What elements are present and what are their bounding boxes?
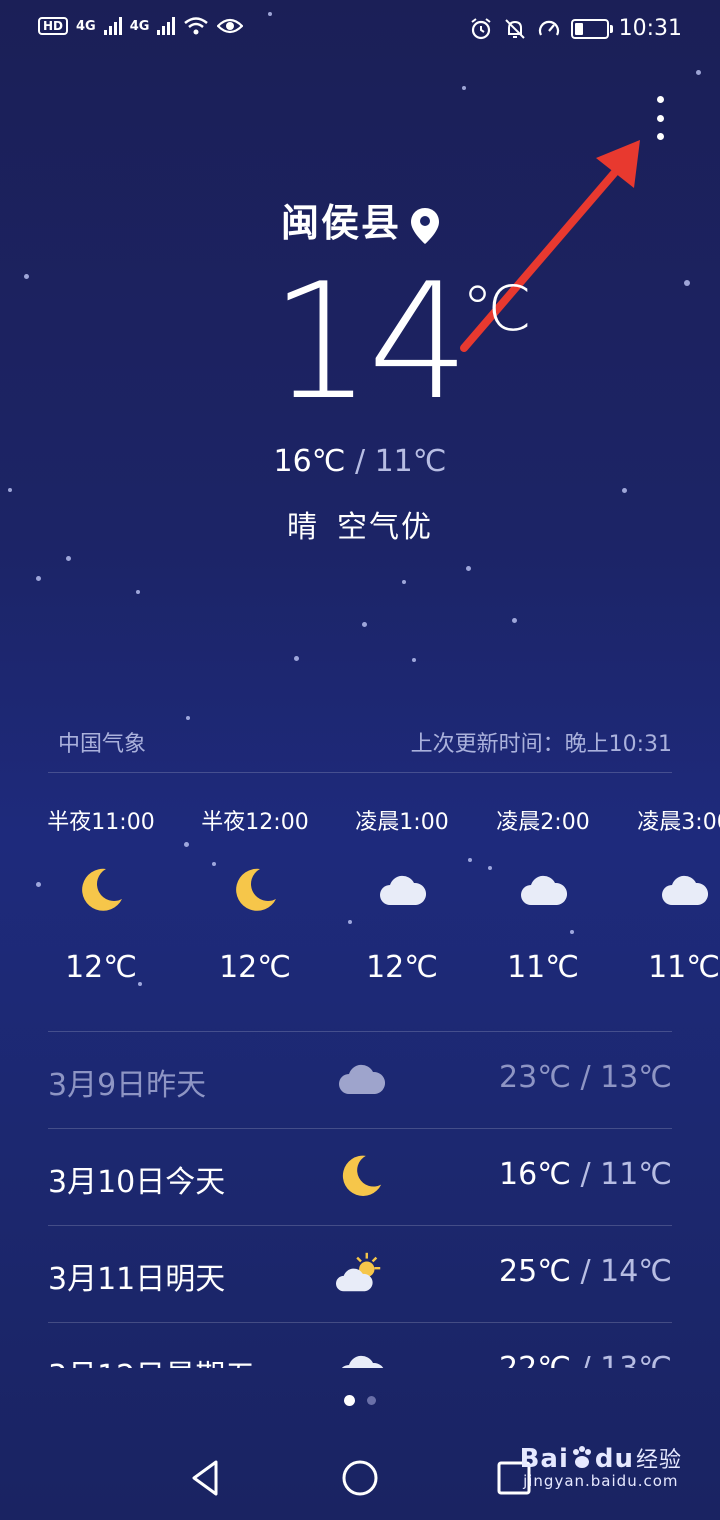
daily-separator: / xyxy=(580,1060,591,1095)
hourly-item: 半夜11:00 12℃ xyxy=(26,800,176,985)
sun-cloud-icon xyxy=(336,1252,381,1292)
daily-high: 23℃ xyxy=(499,1060,571,1095)
hourly-time: 半夜12:00 xyxy=(201,810,309,835)
status-time: 10:31 xyxy=(618,16,682,41)
hourly-item: 凌晨1:00 12℃ xyxy=(327,800,477,985)
home-icon[interactable] xyxy=(340,1458,380,1498)
hourly-time: 凌晨3:00 xyxy=(637,810,720,835)
bell-muted-icon xyxy=(504,18,525,39)
daily-temp-range: 22℃ / 13℃ xyxy=(499,1351,672,1368)
weather-condition: 晴 xyxy=(287,510,319,545)
current-temperature: 14 xyxy=(270,248,470,435)
menu-dot xyxy=(656,96,664,103)
daily-high: 16℃ xyxy=(499,1157,571,1192)
daily-separator: / xyxy=(580,1351,590,1368)
hourly-temp: 12℃ xyxy=(366,950,438,985)
alarm-icon xyxy=(470,17,491,39)
cloud-icon xyxy=(521,875,567,905)
status-bar: HD 4G 4G 10:31 xyxy=(0,0,720,62)
moon-icon xyxy=(342,1155,382,1196)
daily-low: 13℃ xyxy=(600,1351,672,1368)
signal-4g-label-2: 4G xyxy=(129,18,150,34)
status-right: 10:31 xyxy=(469,16,682,41)
watermark-du: du xyxy=(594,1444,634,1474)
hd-badge: HD xyxy=(38,17,69,35)
hourly-temp: 11℃ xyxy=(648,950,720,985)
source-row: 中国气象 上次更新时间：晚上10:31 xyxy=(48,726,672,773)
air-quality: 空气优 xyxy=(337,510,433,545)
daily-high: 22℃ xyxy=(499,1351,571,1368)
page-dot xyxy=(367,1396,376,1405)
page-indicator xyxy=(0,1395,720,1406)
hilo-separator: / xyxy=(354,444,366,479)
daily-date: 3月10日今天 xyxy=(48,1165,226,1200)
hourly-temp: 11℃ xyxy=(507,950,579,985)
city-name: 闽侯县 xyxy=(280,201,401,245)
menu-dot xyxy=(656,114,664,122)
status-left: HD 4G 4G xyxy=(38,16,244,36)
hourly-time: 凌晨1:00 xyxy=(355,810,449,835)
signal-icon-2 xyxy=(157,17,176,35)
daily-separator: / xyxy=(580,1254,591,1289)
daily-separator: / xyxy=(580,1157,591,1192)
hourly-item: 半夜12:00 12℃ xyxy=(180,800,330,985)
daily-low: 14℃ xyxy=(600,1254,672,1289)
wifi-icon xyxy=(184,17,209,35)
location-pin-icon xyxy=(411,207,439,244)
watermark-url: jingyan.baidu.com xyxy=(523,1472,679,1490)
daily-low: 13℃ xyxy=(600,1060,672,1095)
daily-high: 25℃ xyxy=(499,1254,571,1289)
daily-temp-range: 23℃ / 13℃ xyxy=(499,1060,672,1095)
daily-date: 3月9日昨天 xyxy=(48,1068,207,1103)
daily-temp-range: 25℃ / 14℃ xyxy=(499,1254,672,1289)
high-low-temperature: 16℃ / 11℃ xyxy=(0,444,720,479)
city-header[interactable]: 闽侯县 xyxy=(0,192,720,247)
cloud-icon xyxy=(339,1064,385,1094)
watermark-bai: Bai xyxy=(519,1444,569,1474)
cloud-icon xyxy=(341,1355,384,1368)
daily-row-today[interactable]: 3月10日今天 16℃ / 11℃ xyxy=(48,1129,672,1225)
high-temp: 16℃ xyxy=(273,444,346,479)
moon-icon xyxy=(82,868,122,911)
hourly-item: 凌晨2:00 11℃ xyxy=(468,800,618,985)
cloud-icon xyxy=(380,875,426,905)
eye-icon xyxy=(217,18,244,34)
hourly-temp: 12℃ xyxy=(219,950,291,985)
watermark-jingyan: 经验 xyxy=(635,1448,682,1473)
last-updated: 上次更新时间：晚上10:31 xyxy=(410,732,672,757)
daily-date: 3月12日星期五 xyxy=(48,1351,255,1368)
hourly-time: 半夜11:00 xyxy=(47,810,155,835)
daily-date: 3月11日明天 xyxy=(48,1262,226,1297)
daily-clip: 3月12日星期五 22℃ / 13℃ xyxy=(0,1323,720,1368)
daily-row-tomorrow[interactable]: 3月11日明天 25℃ / 14℃ xyxy=(48,1226,672,1322)
hourly-temp: 12℃ xyxy=(65,950,137,985)
condition-line: 晴空气优 xyxy=(0,502,720,546)
battery-icon xyxy=(570,18,613,39)
low-temp: 11℃ xyxy=(374,444,447,479)
daily-row-partial[interactable]: 3月12日星期五 22℃ / 13℃ xyxy=(48,1323,672,1368)
moon-icon xyxy=(236,868,276,911)
temperature-unit: ℃ xyxy=(462,272,532,345)
cloud-icon xyxy=(662,875,708,905)
watermark-brand: Bai du经验 xyxy=(520,1442,682,1474)
page-dot-active xyxy=(344,1395,355,1406)
daily-temp-range: 16℃ / 11℃ xyxy=(499,1157,672,1192)
signal-icon xyxy=(103,17,122,35)
hourly-time: 凌晨2:00 xyxy=(496,810,590,835)
hourly-item: 凌晨3:00 11℃ xyxy=(609,800,720,985)
back-icon[interactable] xyxy=(186,1458,226,1498)
hourly-forecast[interactable]: 半夜11:00 12℃ 半夜12:00 12℃ 凌晨1:00 12℃ 凌晨2:0… xyxy=(0,800,720,1010)
daily-low: 11℃ xyxy=(600,1157,672,1192)
paw-icon xyxy=(572,1446,591,1468)
baidu-jingyan-watermark: Bai du经验 jingyan.baidu.com xyxy=(520,1442,682,1490)
data-source: 中国气象 xyxy=(58,732,147,757)
daily-row-yesterday[interactable]: 3月9日昨天 23℃ / 13℃ xyxy=(48,1032,672,1128)
signal-4g-label: 4G xyxy=(76,18,96,34)
speed-icon xyxy=(538,20,559,36)
